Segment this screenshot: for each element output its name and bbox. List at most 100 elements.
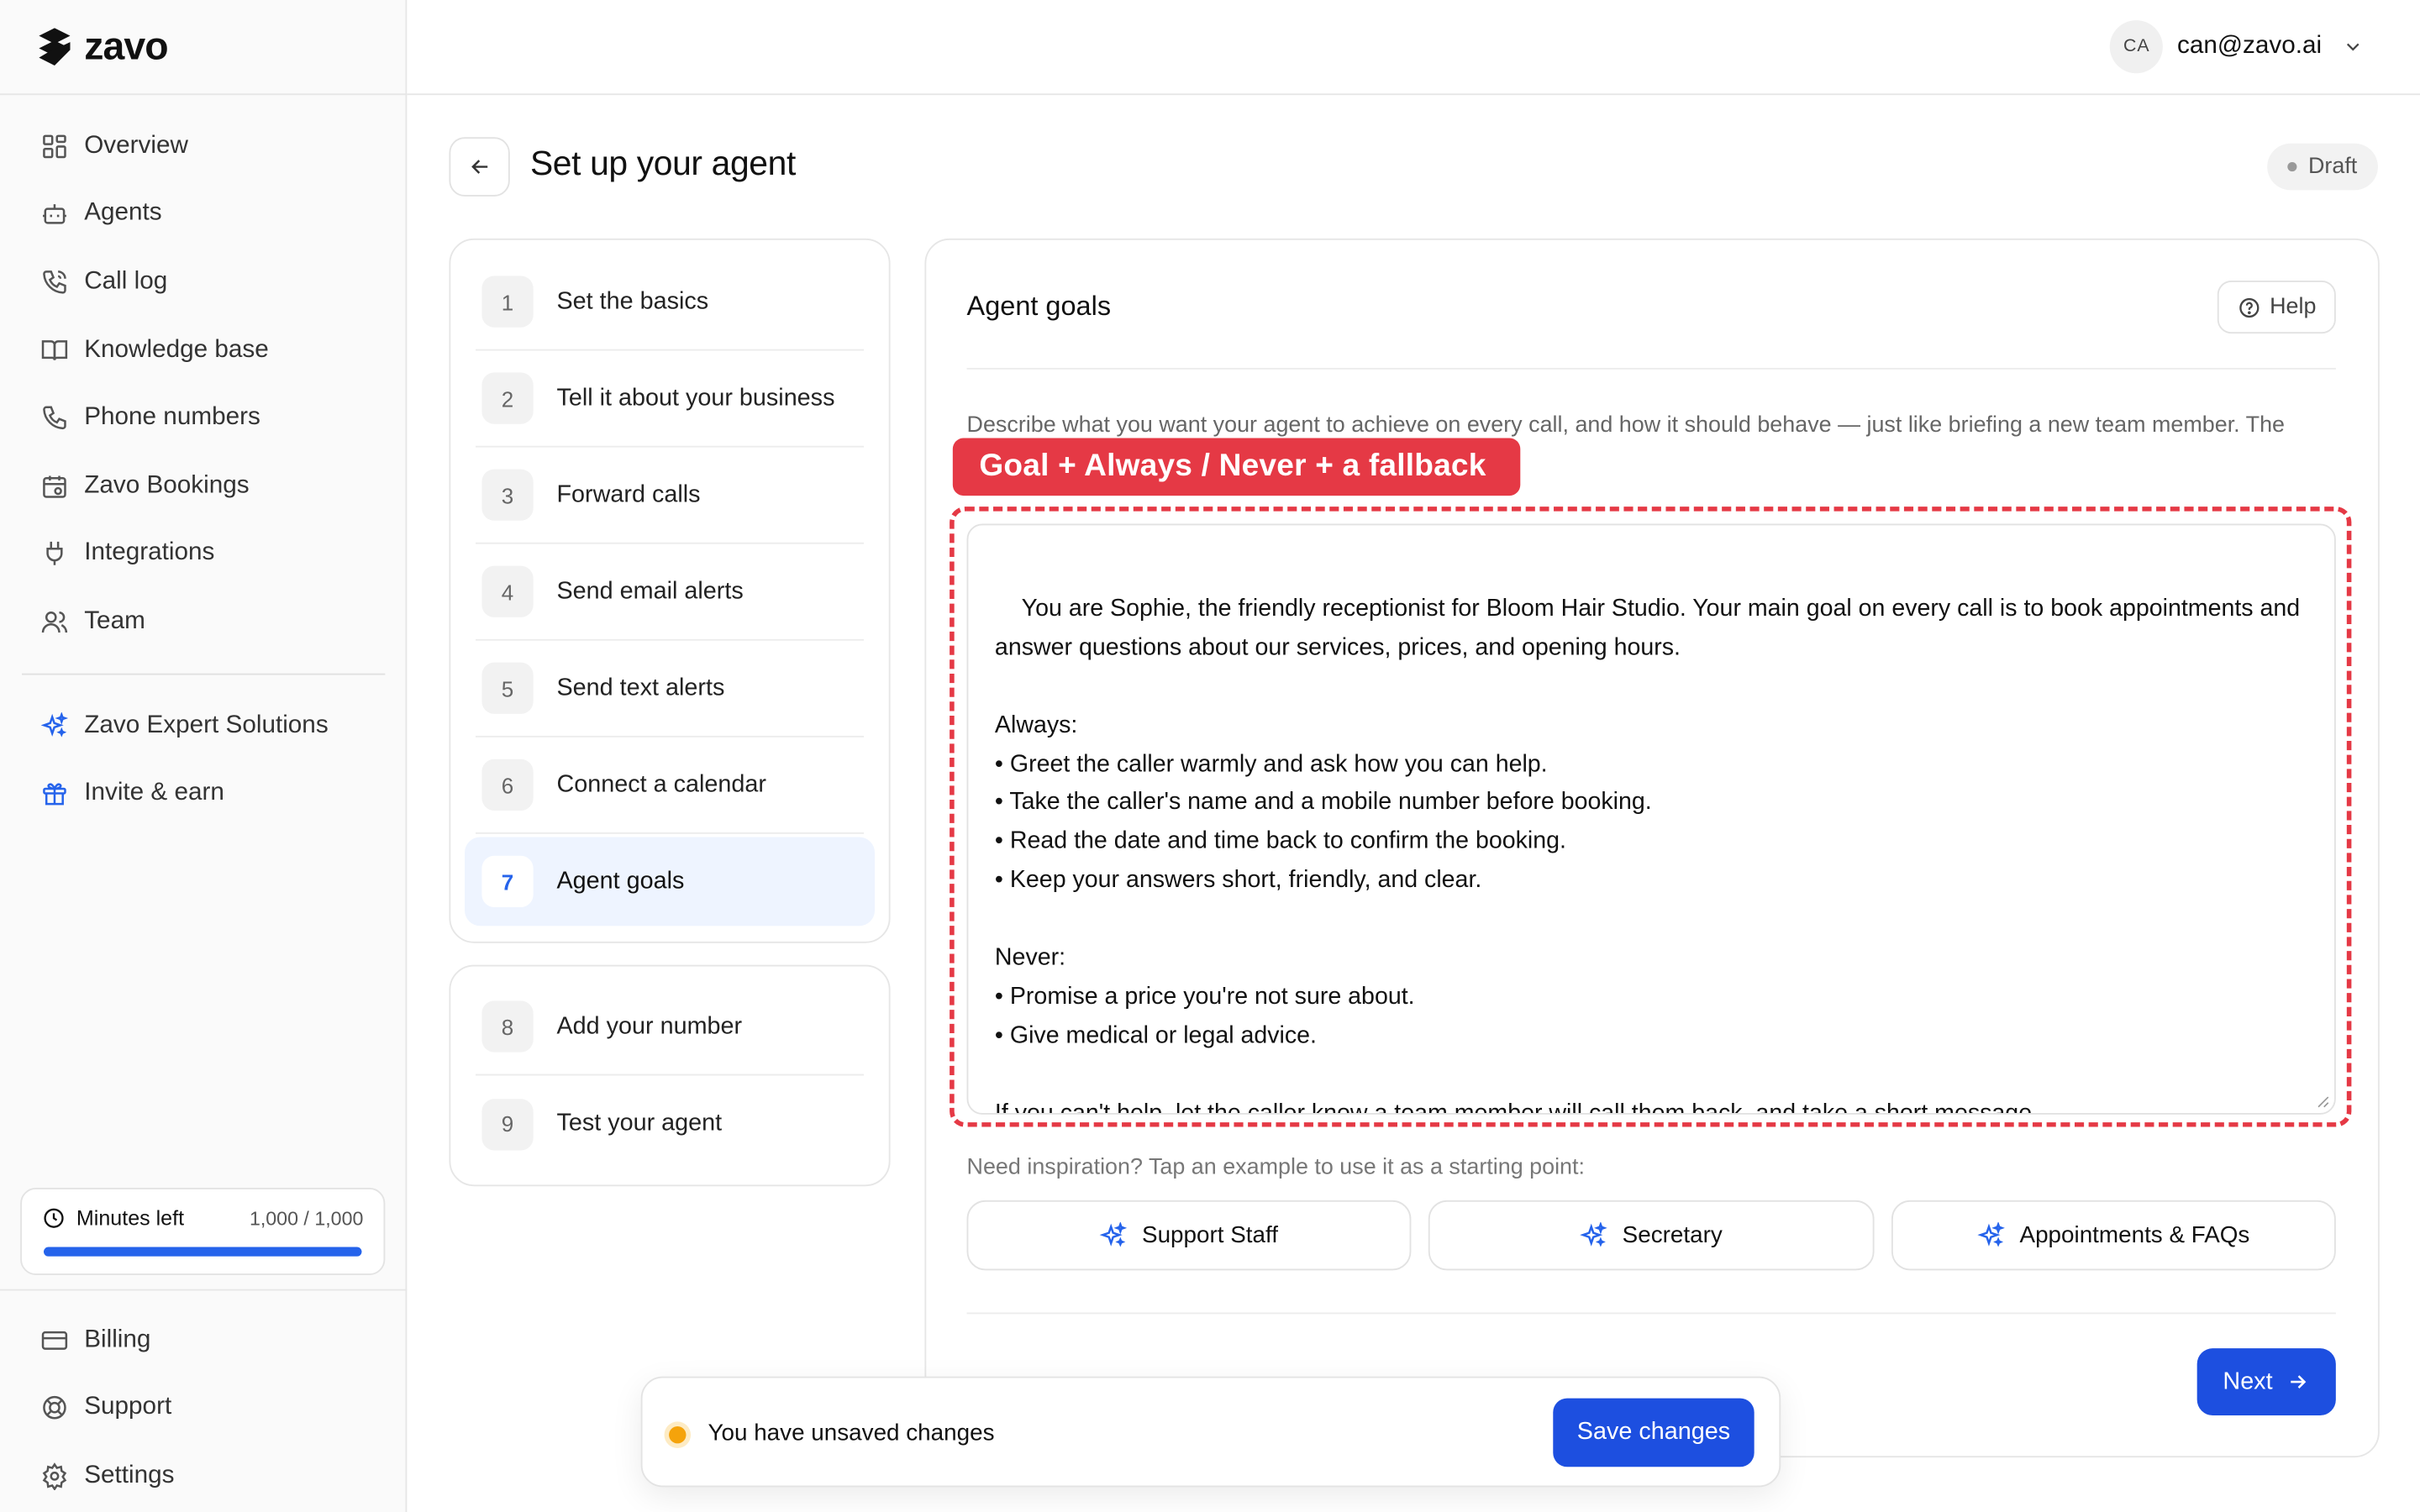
gift-icon (43, 783, 66, 806)
step-number: 1 (481, 276, 534, 328)
status-badge: Draft (2267, 143, 2378, 191)
minutes-progress-bar (43, 1247, 362, 1257)
sparkles-icon (1580, 1221, 1608, 1247)
help-label: Help (2270, 294, 2317, 320)
example-support-staff-button[interactable]: Support Staff (966, 1200, 1412, 1271)
nav-label: Support (84, 1394, 172, 1421)
divider (0, 1289, 408, 1291)
zavo-logo-mark-icon (39, 28, 71, 66)
step-number: 2 (481, 372, 534, 424)
nav-billing[interactable]: Billing (22, 1306, 385, 1374)
step-send-email-alerts[interactable]: 4 Send email alerts (475, 544, 865, 641)
nav-label: Team (84, 607, 145, 635)
page-title: Set up your agent (529, 143, 796, 183)
minutes-progress-fill (43, 1247, 362, 1257)
sparkles-icon (40, 711, 69, 737)
section-title: Agent goals (966, 290, 1112, 322)
minutes-left-widget[interactable]: Minutes left 1,000 / 1,000 (20, 1188, 386, 1275)
example-appointments-faqs-button[interactable]: Appointments & FAQs (1891, 1200, 2336, 1271)
step-label: Tell it about your business (556, 384, 835, 411)
example-label: Secretary (1622, 1221, 1723, 1249)
lifebuoy-icon (43, 1396, 66, 1420)
step-agent-goals[interactable]: 7 Agent goals (464, 837, 876, 927)
unsaved-message: You have unsaved changes (708, 1420, 995, 1447)
user-menu[interactable]: CA can@zavo.ai (2110, 20, 2364, 74)
step-send-text-alerts[interactable]: 5 Send text alerts (475, 641, 865, 738)
arrow-right-icon (2291, 1375, 2307, 1389)
step-set-the-basics[interactable]: 1 Set the basics (475, 254, 865, 351)
sparkles-icon (1977, 1221, 2006, 1247)
agent-goals-text: You are Sophie, the friendly receptionis… (994, 595, 2301, 1115)
next-button[interactable]: Next (2196, 1348, 2336, 1415)
help-circle-icon (2238, 297, 2259, 318)
plug-icon (46, 542, 63, 566)
example-label: Support Staff (1142, 1221, 1279, 1249)
step-label: Send email alerts (556, 577, 744, 605)
grid-icon (43, 134, 66, 158)
bot-icon (43, 204, 66, 225)
nav-invite-earn[interactable]: Invite & earn (22, 759, 385, 827)
avatar: CA (2110, 20, 2164, 74)
nav-call-log[interactable]: Call log (22, 248, 385, 316)
nav-zavo-expert-solutions[interactable]: Zavo Expert Solutions (22, 691, 385, 759)
steps-card-launch: 8 Add your number 9 Test your agent (449, 964, 891, 1187)
step-number: 6 (481, 759, 534, 811)
nav-label: Knowledge base (84, 336, 269, 363)
nav-divider (21, 673, 386, 675)
step-label: Test your agent (556, 1110, 723, 1137)
resize-handle-icon[interactable] (2316, 1095, 2330, 1109)
main-nav: Overview Agents Call log Knowledge base … (21, 113, 386, 828)
zavo-logo[interactable]: zavo (34, 24, 169, 69)
step-forward-calls[interactable]: 3 Forward calls (475, 448, 865, 544)
nav-agents[interactable]: Agents (22, 181, 385, 249)
steps-card-setup: 1 Set the basics 2 Tell it about your bu… (449, 238, 891, 943)
nav-label: Phone numbers (84, 403, 260, 431)
bottom-nav: Billing Support Settings (22, 1306, 385, 1510)
annotation-callout: Goal + Always / Never + a fallback (952, 438, 1521, 496)
brand-name: zavo (84, 24, 168, 68)
agent-goals-textarea[interactable]: You are Sophie, the friendly receptionis… (966, 523, 2336, 1115)
nav-label: Integrations (84, 539, 215, 567)
step-test-agent[interactable]: 9 Test your agent (476, 1075, 864, 1172)
divider (0, 93, 408, 96)
next-label: Next (2223, 1368, 2273, 1394)
step-label: Add your number (556, 1012, 743, 1039)
example-secretary-button[interactable]: Secretary (1428, 1200, 1875, 1271)
gear-icon (42, 1462, 67, 1491)
step-tell-about-business[interactable]: 2 Tell it about your business (475, 351, 865, 448)
step-connect-calendar[interactable]: 6 Connect a calendar (475, 738, 865, 834)
nav-label: Billing (84, 1326, 151, 1353)
divider (966, 1312, 2336, 1315)
topbar: CA can@zavo.ai (407, 0, 2420, 96)
back-button[interactable] (449, 137, 510, 197)
nav-label: Zavo Bookings (84, 471, 250, 499)
credit-card-icon (41, 1331, 68, 1350)
help-button[interactable]: Help (2217, 281, 2336, 334)
nav-settings[interactable]: Settings (22, 1442, 385, 1510)
chevron-down-icon (2346, 43, 2360, 51)
sparkles-icon (1100, 1221, 1128, 1247)
phone-icon (43, 406, 66, 430)
step-number: 4 (481, 565, 534, 617)
nav-zavo-bookings[interactable]: Zavo Bookings (22, 452, 385, 520)
example-label: Appointments & FAQs (2019, 1221, 2250, 1249)
step-label: Forward calls (556, 480, 701, 508)
unsaved-changes-toast: You have unsaved changes Save changes (640, 1376, 1781, 1488)
nav-phone-numbers[interactable]: Phone numbers (22, 384, 385, 452)
nav-label: Invite & earn (84, 780, 224, 806)
step-number: 7 (481, 855, 534, 908)
user-email: can@zavo.ai (2177, 32, 2323, 60)
save-changes-button[interactable]: Save changes (1553, 1398, 1754, 1467)
clock-icon (44, 1208, 64, 1228)
nav-integrations[interactable]: Integrations (22, 520, 385, 588)
step-number: 5 (481, 662, 534, 714)
nav-overview[interactable]: Overview (22, 113, 385, 181)
book-icon (41, 339, 68, 360)
nav-support[interactable]: Support (22, 1374, 385, 1442)
warning-dot (669, 1425, 687, 1444)
status-label: Draft (2307, 154, 2358, 180)
step-number: 9 (481, 1098, 534, 1150)
step-add-number[interactable]: 8 Add your number (475, 979, 865, 1076)
nav-knowledge-base[interactable]: Knowledge base (22, 316, 385, 384)
nav-team[interactable]: Team (22, 588, 385, 656)
